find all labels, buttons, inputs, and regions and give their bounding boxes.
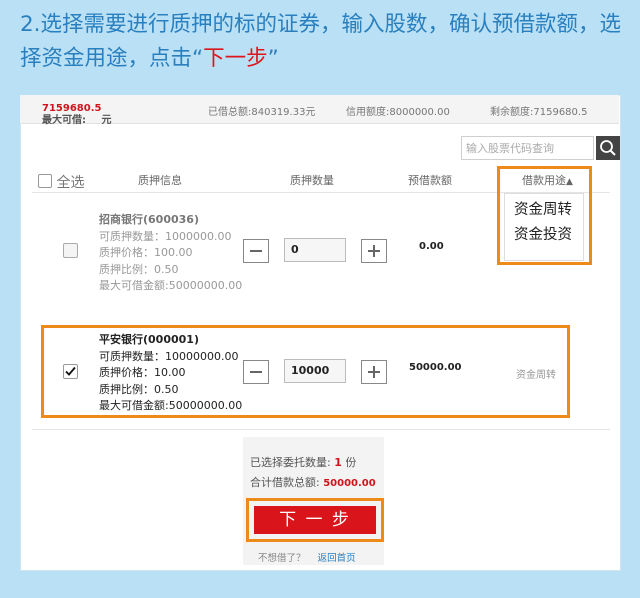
total-borrow-label: 合计借款总额: [250,476,320,489]
minus-icon [250,250,262,252]
row2-pre-borrow-amount: 50000.00 [409,362,462,373]
footer-links: 不想借了？ 返回首页 [258,550,356,564]
header-pre-borrow: 预借款额 [408,174,452,187]
row1-stock-name: 招商银行(600036) [99,213,199,226]
row2-increase-button[interactable] [361,360,387,384]
max-borrow-stat: 最大可借: 7159680.5 元 [42,103,111,126]
credit-limit-stat: 信用额度:8000000.00 [346,107,450,118]
row1-info: 招商银行(600036) 可质押数量：1000000.00 质押价格：100.0… [99,212,242,295]
row2-quantity-input[interactable]: 10000 [284,359,346,383]
dropdown-option-turnover[interactable]: 资金周转 [505,194,583,223]
row1-pledgeable-qty: 可质押数量：1000000.00 [99,229,232,243]
row2-loan-use[interactable]: 资金周转 [516,366,556,381]
loan-use-dropdown: 资金周转 资金投资 [504,193,584,261]
next-step-button[interactable]: 下 一 步 [254,506,376,534]
instruction-text: 2.选择需要进行质押的标的证券，输入股数，确认预借款额，选择资金用途，点击“ [20,12,622,71]
total-borrow-value: 50000.00 [323,478,376,489]
row1-pledge-ratio: 质押比例：0.50 [99,262,179,276]
row2-info: 平安银行(000001) 可质押数量：10000000.00 质押价格：10.0… [99,332,242,415]
row1-pre-borrow-amount: 0.00 [419,241,444,252]
checkmark-icon [65,366,76,376]
row1-checkbox[interactable] [63,243,78,262]
max-borrow-unit: 元 [101,115,112,126]
plus-icon [368,245,380,257]
minus-icon [250,371,262,373]
borrowed-total-stat: 已借总额:840319.33元 [208,107,316,118]
row2-checkbox[interactable] [63,364,78,383]
plus-icon [368,366,380,378]
selected-count-label: 已选择委托数量: [250,456,331,469]
row1-decrease-button[interactable] [243,239,269,263]
search-icon [600,140,616,156]
max-borrow-label: 最大可借: [42,115,86,126]
header-pledge-info: 质押信息 [138,174,182,187]
row2-pledge-ratio: 质押比例：0.50 [99,382,179,396]
back-home-link[interactable]: 返回首页 [318,553,356,564]
select-all-label: 全选 [56,175,85,191]
row1-max-borrow: 最大可借金额:50000000.00 [99,279,243,292]
not-borrow-text: 不想借了？ [258,553,306,564]
row2-max-borrow: 最大可借金额:50000000.00 [99,399,243,412]
instruction-highlight: 下一步 [203,46,268,71]
instruction-heading: 2.选择需要进行质押的标的证券，输入股数，确认预借款额，选择资金用途，点击“下一… [20,8,630,76]
select-all-checkbox[interactable] [38,174,52,188]
row1-quantity-input[interactable]: 0 [284,238,346,262]
row2-stock-name: 平安银行(000001) [99,333,199,346]
header-pledge-qty: 质押数量 [290,174,334,187]
total-borrow: 合计借款总额: 50000.00 [250,474,376,490]
selected-count: 已选择委托数量: 1 份 [250,454,356,470]
row1-increase-button[interactable] [361,239,387,263]
credit-stats-bar: 最大可借: 7159680.5 元 已借总额:840319.33元 信用额度:800… [20,95,619,126]
select-all[interactable]: 全选 [38,172,84,192]
remaining-credit-stat: 剩余额度:7159680.5 [490,107,588,118]
row1-pledge-price: 质押价格：100.00 [99,246,193,259]
row2-pledgeable-qty: 可质押数量：10000000.00 [99,349,239,363]
row2-pledge-price: 质押价格：10.00 [99,366,186,379]
stock-search-input[interactable]: 输入股票代码查询 [461,136,594,160]
selected-count-unit: 份 [345,456,357,469]
selected-count-value: 1 [334,456,342,469]
instruction-suffix: ” [267,46,279,71]
table-bottom-divider [32,429,610,430]
dropdown-option-investment[interactable]: 资金投资 [505,223,583,248]
row2-decrease-button[interactable] [243,360,269,384]
search-button[interactable] [596,136,620,160]
